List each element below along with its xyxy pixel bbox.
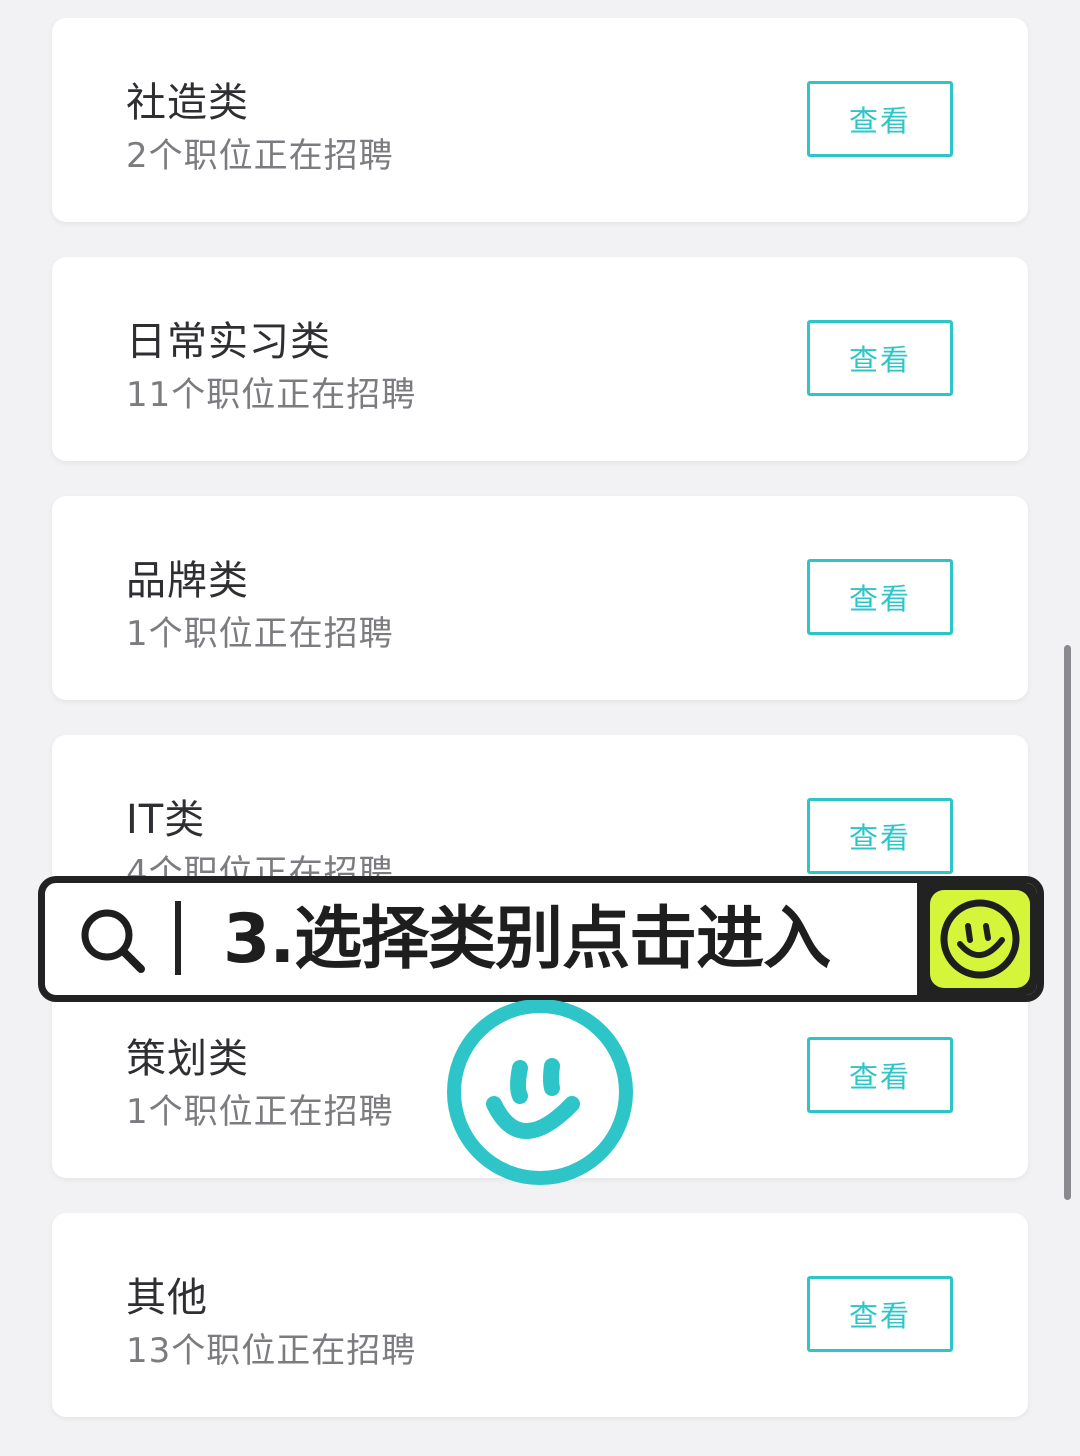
view-button[interactable]: 查看 <box>807 798 953 874</box>
smiley-sticker-icon <box>447 1000 633 1185</box>
category-job-count: 2个职位正在招聘 <box>126 136 394 176</box>
view-button[interactable]: 查看 <box>807 81 953 157</box>
category-card: 其他 13个职位正在招聘 查看 <box>52 1213 1028 1417</box>
view-button[interactable]: 查看 <box>807 559 953 635</box>
category-title: 社造类 <box>126 80 249 126</box>
category-job-count: 1个职位正在招聘 <box>126 614 394 654</box>
smiley-badge <box>917 883 1037 995</box>
search-icon <box>81 909 145 973</box>
view-button[interactable]: 查看 <box>807 1276 953 1352</box>
view-button[interactable]: 查看 <box>807 1037 953 1113</box>
divider <box>175 901 181 975</box>
category-card: 品牌类 1个职位正在招聘 查看 <box>52 496 1028 700</box>
category-title: 其他 <box>126 1275 208 1321</box>
instruction-caption: 3.选择类别点击进入 <box>223 900 831 979</box>
category-title: 策划类 <box>126 1036 249 1082</box>
category-card: 社造类 2个职位正在招聘 查看 <box>52 18 1028 222</box>
category-card: 日常实习类 11个职位正在招聘 查看 <box>52 257 1028 461</box>
view-button[interactable]: 查看 <box>807 320 953 396</box>
category-job-count: 13个职位正在招聘 <box>126 1331 417 1371</box>
category-title: 品牌类 <box>126 558 249 604</box>
smiley-icon <box>940 899 1020 979</box>
category-title: IT类 <box>126 797 206 843</box>
scrollbar[interactable] <box>1064 645 1071 1200</box>
instruction-banner: 3.选择类别点击进入 <box>38 876 1044 1002</box>
category-job-count: 11个职位正在招聘 <box>126 375 417 415</box>
category-title: 日常实习类 <box>126 319 331 365</box>
category-job-count: 1个职位正在招聘 <box>126 1092 394 1132</box>
